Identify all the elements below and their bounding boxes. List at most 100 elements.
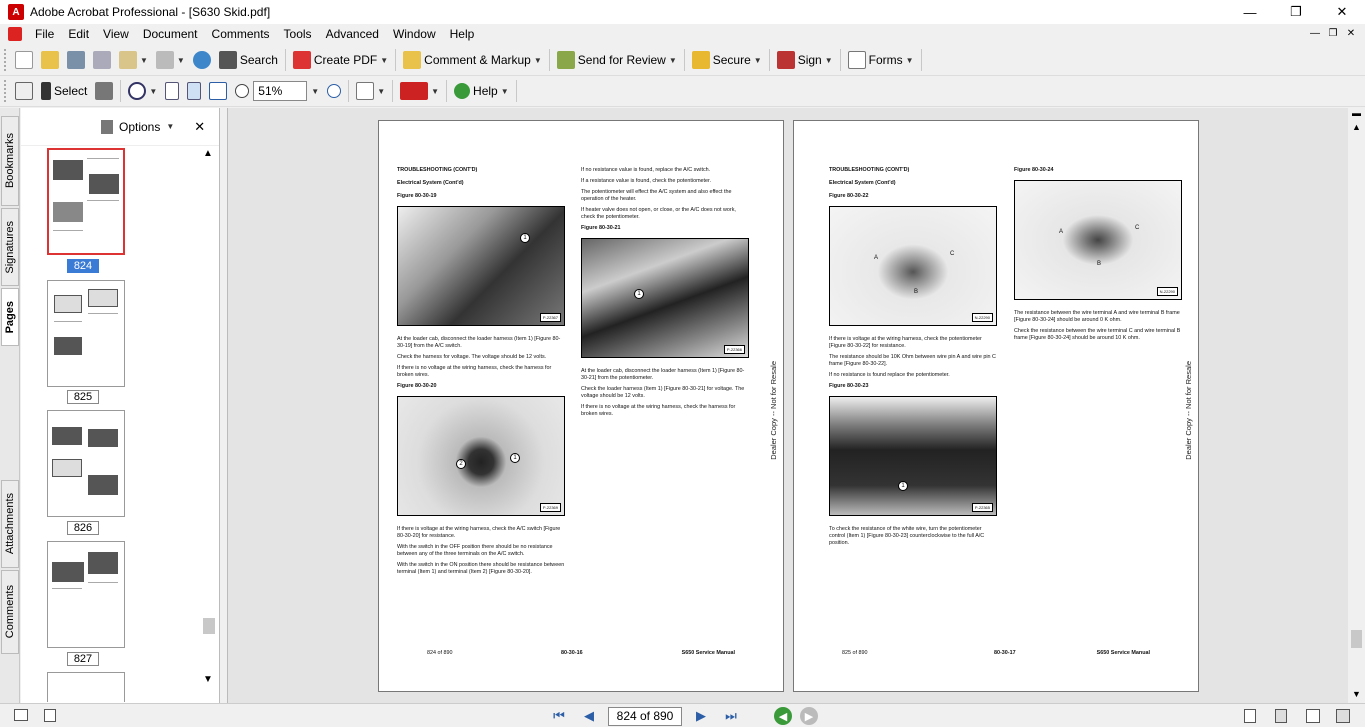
plus-circle-icon — [327, 84, 342, 98]
yahoo-button[interactable]: ▼ — [396, 79, 443, 103]
menu-help[interactable]: Help — [443, 27, 482, 41]
page-thumbnail-828[interactable] — [47, 672, 125, 702]
send-review-icon — [556, 51, 575, 69]
watermark-text: Dealer Copy -- Not for Resale — [769, 361, 778, 460]
cursor-icon — [41, 82, 51, 100]
forms-button[interactable]: Forms ▼ — [844, 48, 918, 72]
actual-size-button[interactable] — [161, 79, 183, 103]
page-label-825[interactable]: 825 — [67, 390, 99, 404]
binoculars-icon — [218, 51, 237, 69]
menu-document[interactable]: Document — [136, 27, 205, 41]
comment-markup-button[interactable]: Comment & Markup ▼ — [399, 48, 546, 72]
facing-icon[interactable] — [1306, 709, 1320, 723]
page-label-826[interactable]: 826 — [67, 521, 99, 535]
menu-edit[interactable]: Edit — [61, 27, 96, 41]
page-label-824[interactable]: 824 — [67, 259, 99, 273]
scroll-down-icon[interactable]: ▼ — [201, 674, 215, 688]
window-title: Adobe Acrobat Professional - [S630 Skid.… — [30, 5, 271, 19]
doc-minimize-button[interactable]: — — [1307, 26, 1323, 40]
tab-signatures[interactable]: Signatures — [1, 208, 19, 286]
fit-width-button[interactable] — [205, 79, 231, 103]
open-button[interactable] — [37, 48, 63, 72]
search-button[interactable]: Search — [215, 48, 282, 72]
thumbnail-scrollbar[interactable]: ▲ ▼ — [201, 148, 215, 688]
menu-file[interactable]: File — [28, 27, 61, 41]
fit-page-icon — [187, 82, 202, 100]
lock-icon — [691, 51, 710, 69]
navigation-tabs: Bookmarks Signatures Pages Attachments C… — [0, 108, 20, 703]
close-button[interactable]: ✕ — [1319, 0, 1365, 24]
zoom-input[interactable]: 51% — [253, 81, 308, 101]
tab-bookmarks[interactable]: Bookmarks — [1, 116, 19, 206]
layers-icon[interactable] — [14, 709, 28, 721]
menu-tools[interactable]: Tools — [277, 27, 319, 41]
zoom-out-button[interactable] — [231, 79, 253, 103]
tab-comments[interactable]: Comments — [1, 570, 19, 654]
doc-restore-button[interactable]: ❐ — [1325, 26, 1341, 40]
first-page-button[interactable]: ⏮ — [548, 706, 570, 726]
continuous-facing-icon[interactable] — [1336, 709, 1350, 723]
help-button[interactable]: Help ▼ — [450, 79, 513, 103]
scroll-down-icon[interactable]: ▼ — [1348, 689, 1365, 703]
next-view-button[interactable]: ▶ — [800, 707, 818, 725]
create-button[interactable] — [11, 48, 37, 72]
last-page-button[interactable]: ⏭ — [720, 706, 742, 726]
page-label-827[interactable]: 827 — [67, 652, 99, 666]
scroll-up-icon[interactable]: ▲ — [201, 148, 215, 162]
print-button[interactable] — [89, 48, 115, 72]
fit-page-button[interactable] — [183, 79, 205, 103]
figure-photo: 1 P-22365 — [829, 396, 997, 516]
page-footer: 825 of 890 80-30-17 S650 Service Manual — [842, 650, 1150, 656]
tab-attachments[interactable]: Attachments — [1, 480, 19, 568]
minimize-button[interactable]: — — [1227, 0, 1273, 24]
menu-comments[interactable]: Comments — [205, 27, 277, 41]
zoom-in-button[interactable] — [323, 79, 345, 103]
save-button[interactable] — [63, 48, 89, 72]
menu-window[interactable]: Window — [386, 27, 443, 41]
single-page-icon[interactable] — [1244, 709, 1256, 723]
scroll-up-icon[interactable]: ▲ — [1348, 122, 1365, 136]
help-icon — [454, 83, 471, 99]
page-thumbnail-827[interactable] — [47, 541, 125, 648]
zoom-dropdown[interactable]: ▼ — [307, 79, 323, 103]
watermark-text: Dealer Copy -- Not for Resale — [1184, 361, 1193, 460]
trash-icon[interactable] — [101, 119, 113, 134]
zoom-out-icon — [235, 84, 250, 98]
hand-tool-button[interactable] — [11, 79, 37, 103]
create-pdf-button[interactable]: Create PDF ▼ — [289, 48, 392, 72]
pages-panel: Options ▼ ✕ 824 825 826 827 ▲ ▼ — [21, 108, 220, 703]
rotate-button[interactable]: ▼ — [352, 79, 389, 103]
secure-button[interactable]: Secure ▼ — [688, 48, 766, 72]
close-panel-button[interactable]: ✕ — [194, 119, 205, 135]
zoom-tool-button[interactable]: ▼ — [124, 79, 161, 103]
options-menu[interactable]: Options — [119, 120, 160, 134]
send-review-button[interactable]: Send for Review ▼ — [553, 48, 681, 72]
pdf-page-824: TROUBLESHOOTING (CONT'D) Electrical Syst… — [378, 120, 784, 692]
panel-icon[interactable] — [44, 709, 56, 722]
sign-button[interactable]: Sign ▼ — [773, 48, 837, 72]
snapshot-button[interactable] — [91, 79, 117, 103]
document-view[interactable]: TROUBLESHOOTING (CONT'D) Electrical Syst… — [227, 108, 1348, 703]
document-icon[interactable] — [8, 27, 22, 41]
split-icon[interactable]: ▬ — [1348, 108, 1365, 122]
figure-photo: 1 P-22367 — [397, 206, 565, 326]
page-thumbnail-825[interactable] — [47, 280, 125, 387]
previous-view-button[interactable]: ◀ — [774, 707, 792, 725]
select-tool-button[interactable]: Select — [37, 79, 91, 103]
page-number-input[interactable]: 824 of 890 — [608, 706, 682, 726]
email-button[interactable] — [189, 48, 215, 72]
next-page-button[interactable]: ▶ — [690, 706, 712, 726]
organizer-button[interactable]: ▼ — [115, 48, 152, 72]
attach-button[interactable]: ▼ — [152, 48, 189, 72]
menu-view[interactable]: View — [96, 27, 136, 41]
tab-pages[interactable]: Pages — [1, 288, 19, 346]
doc-close-button[interactable]: ✕ — [1343, 26, 1359, 40]
pen-icon — [776, 51, 795, 69]
menu-advanced[interactable]: Advanced — [319, 27, 386, 41]
previous-page-button[interactable]: ◀ — [578, 706, 600, 726]
document-scrollbar[interactable]: ▬ ▲ ▼ — [1348, 108, 1365, 703]
page-thumbnail-826[interactable] — [47, 410, 125, 517]
continuous-icon[interactable] — [1275, 709, 1287, 723]
page-thumbnail-824[interactable] — [47, 148, 125, 255]
restore-button[interactable]: ❐ — [1273, 0, 1319, 24]
